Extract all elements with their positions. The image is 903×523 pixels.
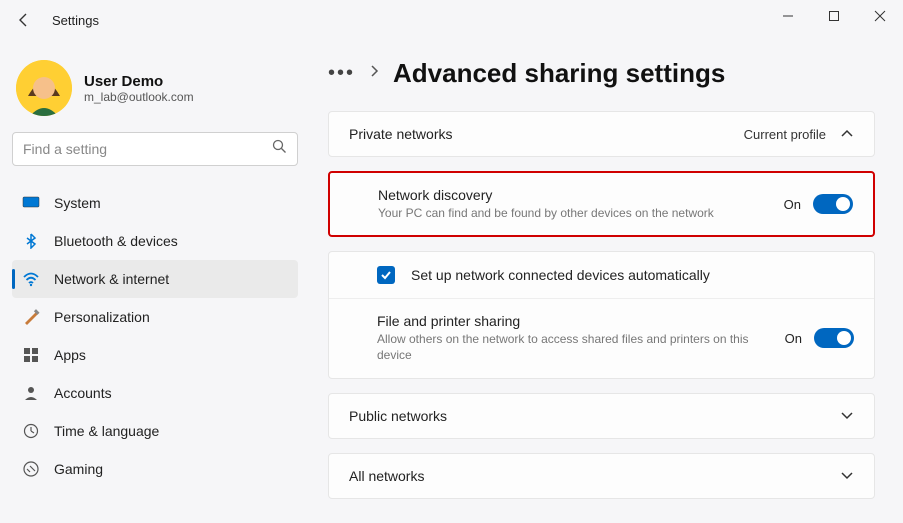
file-printer-sharing-toggle[interactable] <box>814 328 854 348</box>
search-icon <box>272 139 287 159</box>
setting-title: File and printer sharing <box>377 313 769 329</box>
sidebar-item-system[interactable]: System <box>12 184 298 222</box>
search-input[interactable] <box>23 141 272 157</box>
sidebar-item-accounts[interactable]: Accounts <box>12 374 298 412</box>
user-email: m_lab@outlook.com <box>84 90 194 104</box>
user-profile[interactable]: User Demo m_lab@outlook.com <box>12 52 298 132</box>
sidebar-item-bluetooth[interactable]: Bluetooth & devices <box>12 222 298 260</box>
section-title: Private networks <box>349 126 452 142</box>
section-all-networks[interactable]: All networks <box>328 453 875 499</box>
maximize-button[interactable] <box>811 0 857 32</box>
user-name: User Demo <box>84 73 194 90</box>
section-title: Public networks <box>349 408 447 424</box>
sidebar-item-apps[interactable]: Apps <box>12 336 298 374</box>
section-private-networks[interactable]: Private networks Current profile <box>328 111 875 157</box>
setting-title: Network discovery <box>378 187 768 203</box>
section-public-networks[interactable]: Public networks <box>328 393 875 439</box>
breadcrumb: ••• Advanced sharing settings <box>328 58 875 89</box>
person-icon <box>22 384 40 402</box>
chevron-up-icon <box>840 127 854 142</box>
toggle-state-label: On <box>784 197 801 212</box>
sidebar-item-network[interactable]: Network & internet <box>12 260 298 298</box>
brush-icon <box>22 308 40 326</box>
avatar <box>16 60 72 116</box>
setting-description: Your PC can find and be found by other d… <box>378 205 768 221</box>
chevron-down-icon <box>840 468 854 483</box>
search-box[interactable] <box>12 132 298 166</box>
sidebar-item-label: Gaming <box>54 461 103 477</box>
back-button[interactable] <box>8 4 40 36</box>
display-icon <box>22 194 40 212</box>
sidebar-item-label: Apps <box>54 347 86 363</box>
clock-globe-icon <box>22 422 40 440</box>
minimize-button[interactable] <box>765 0 811 32</box>
sidebar-item-label: Network & internet <box>54 271 169 287</box>
bluetooth-icon <box>22 232 40 250</box>
gaming-icon <box>22 460 40 478</box>
chevron-right-icon <box>369 64 379 83</box>
sidebar-item-label: Personalization <box>54 309 150 325</box>
sidebar-item-label: Bluetooth & devices <box>54 233 178 249</box>
sidebar-item-personalization[interactable]: Personalization <box>12 298 298 336</box>
current-profile-badge: Current profile <box>744 127 826 142</box>
sidebar-item-time[interactable]: Time & language <box>12 412 298 450</box>
chevron-down-icon <box>840 408 854 423</box>
sidebar-item-label: Accounts <box>54 385 112 401</box>
auto-setup-checkbox[interactable] <box>377 266 395 284</box>
page-title: Advanced sharing settings <box>393 58 725 89</box>
toggle-state-label: On <box>785 331 802 346</box>
setting-description: Allow others on the network to access sh… <box>377 331 769 363</box>
setting-title: Set up network connected devices automat… <box>411 267 854 283</box>
window-title: Settings <box>52 13 99 28</box>
wifi-icon <box>22 270 40 288</box>
breadcrumb-more-button[interactable]: ••• <box>328 62 355 85</box>
close-button[interactable] <box>857 0 903 32</box>
network-discovery-toggle[interactable] <box>813 194 853 214</box>
section-title: All networks <box>349 468 424 484</box>
apps-icon <box>22 346 40 364</box>
private-networks-settings: Set up network connected devices automat… <box>328 251 875 378</box>
sidebar-item-label: System <box>54 195 101 211</box>
sidebar-item-gaming[interactable]: Gaming <box>12 450 298 488</box>
network-discovery-card: Network discovery Your PC can find and b… <box>328 171 875 237</box>
sidebar-item-label: Time & language <box>54 423 159 439</box>
